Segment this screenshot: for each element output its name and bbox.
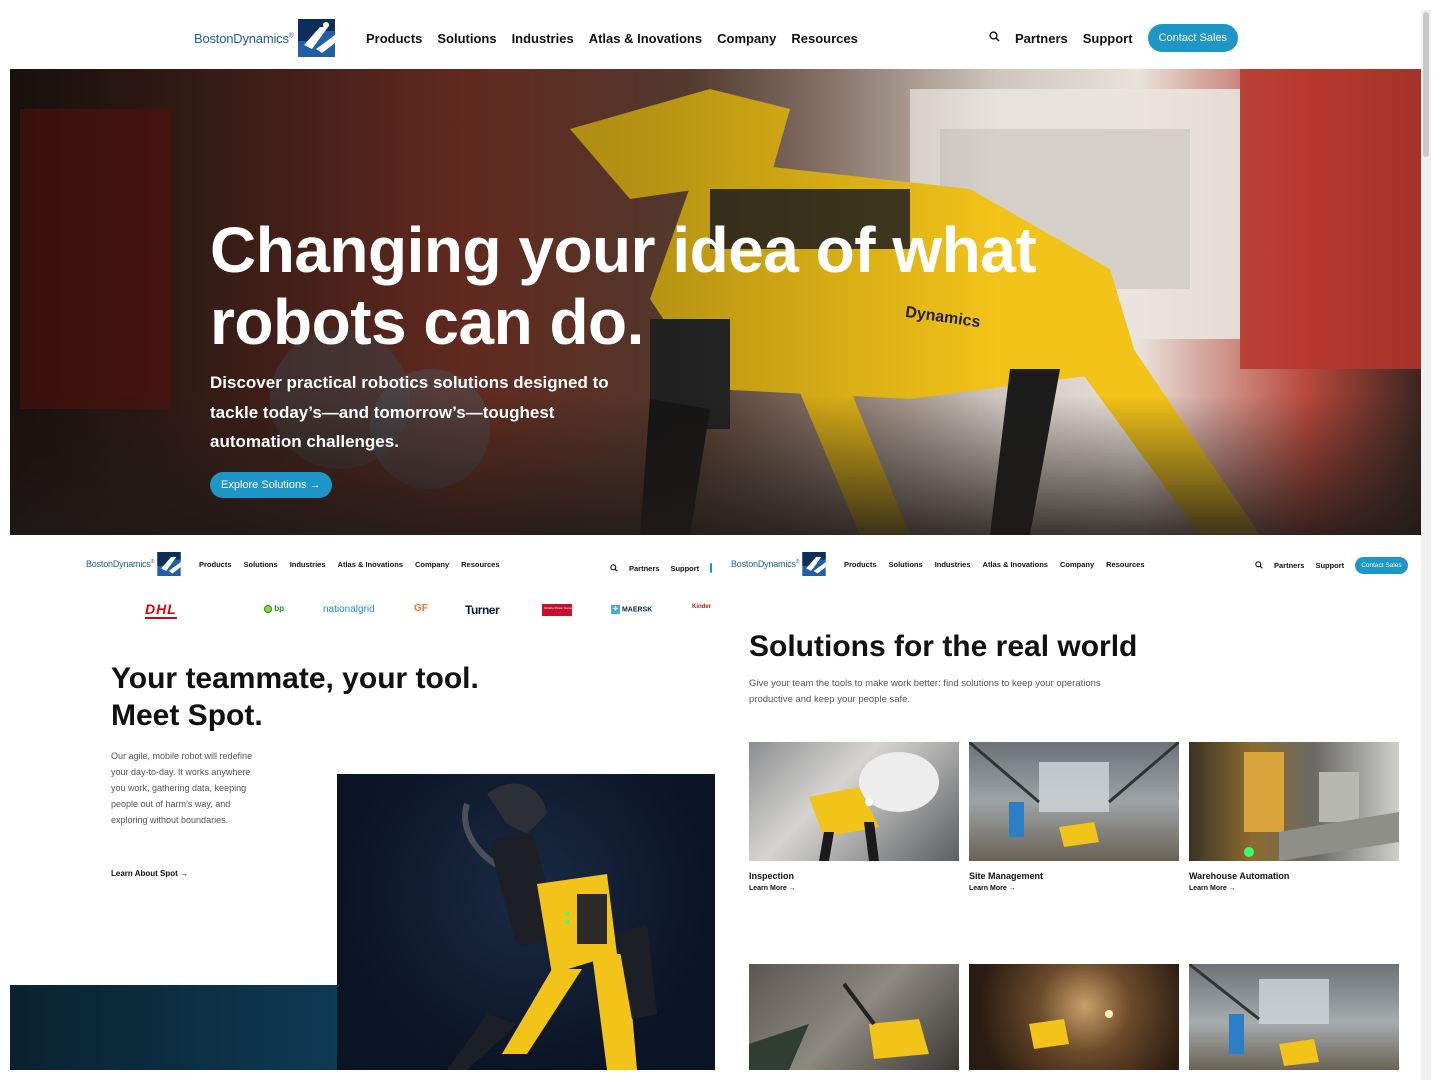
main-nav: Products Solutions Industries Atlas & In… xyxy=(366,31,858,46)
explore-solutions-button[interactable]: Explore Solutions → xyxy=(210,472,332,498)
mini-actions-right: Partners Support Contact Sales xyxy=(1255,556,1408,574)
logo-wordmark: BostonDynamics® xyxy=(86,559,155,569)
page-scrollbar[interactable] xyxy=(1421,10,1431,1080)
site-header: BostonDynamics® Products Solutions Indus… xyxy=(0,0,1420,69)
mini-logo-left[interactable]: BostonDynamics® xyxy=(86,552,181,576)
logo-mark-icon xyxy=(802,552,826,576)
partners-link[interactable]: Partners xyxy=(1015,31,1068,46)
partners-link[interactable]: Partners xyxy=(629,564,659,573)
nav-industries[interactable]: Industries xyxy=(512,31,574,46)
solution-card-warehouse-automation[interactable]: Warehouse Automation Learn More → xyxy=(1189,742,1399,892)
nav-resources[interactable]: Resources xyxy=(791,31,857,46)
hero-title: Changing your idea of what robots can do… xyxy=(210,214,1037,358)
solution-card-inspection[interactable]: Inspection Learn More → xyxy=(749,742,959,892)
nav-industries[interactable]: Industries xyxy=(935,560,971,569)
site-management-image xyxy=(969,742,1179,861)
card-title: Inspection xyxy=(749,871,795,881)
nav-solutions[interactable]: Solutions xyxy=(889,560,923,569)
mini-nav-right: Products Solutions Industries Atlas & In… xyxy=(844,560,1145,569)
contact-sales-button-cropped[interactable] xyxy=(710,563,713,573)
solution-card-image-rubble[interactable] xyxy=(749,964,959,1070)
logo-mark-icon xyxy=(157,552,181,576)
search-icon[interactable] xyxy=(1255,556,1263,574)
header-actions: Partners Support Contact Sales xyxy=(989,24,1239,52)
logo-mark-icon xyxy=(297,19,335,57)
scrollbar-thumb[interactable] xyxy=(1423,12,1429,157)
solution-card-image-hall[interactable] xyxy=(1189,964,1399,1070)
nav-company[interactable]: Company xyxy=(415,560,449,569)
maersk-star-icon: ✦ xyxy=(611,605,620,614)
solution-card-image-tunnel[interactable] xyxy=(969,964,1179,1070)
spot-section-title: Your teammate, your tool. Meet Spot. xyxy=(111,662,479,732)
card-title: Site Management xyxy=(969,871,1044,881)
nav-products[interactable]: Products xyxy=(366,31,422,46)
support-link[interactable]: Support xyxy=(1083,31,1133,46)
teal-accent-band xyxy=(10,985,337,1070)
nav-resources[interactable]: Resources xyxy=(1106,560,1144,569)
card-learn-more-link[interactable]: Learn More → xyxy=(749,885,959,892)
mini-logo-right[interactable]: BostonDynamics® xyxy=(731,552,826,576)
card-learn-more-link[interactable]: Learn More → xyxy=(969,885,1179,892)
nav-solutions[interactable]: Solutions xyxy=(244,560,278,569)
card-learn-more-link[interactable]: Learn More → xyxy=(1189,885,1399,892)
boston-dynamics-logo[interactable]: BostonDynamics® xyxy=(194,19,335,57)
mini-actions-left: Partners Support xyxy=(610,559,713,577)
mini-nav-left: Products Solutions Industries Atlas & In… xyxy=(199,560,500,569)
nav-products[interactable]: Products xyxy=(844,560,877,569)
mini-header-left: BostonDynamics® Products Solutions Indus… xyxy=(86,548,720,580)
bp-flower-icon xyxy=(264,604,272,613)
nav-atlas[interactable]: Atlas & Inovations xyxy=(338,560,403,569)
mini-header-right: BostonDynamics® Products Solutions Indus… xyxy=(731,548,1421,580)
spot-hero-image xyxy=(337,774,715,1070)
search-icon[interactable] xyxy=(610,559,618,577)
card-title: Warehouse Automation xyxy=(1189,871,1290,881)
spot-arm-illustration xyxy=(447,783,657,1070)
logo-wordmark: BostonDynamics® xyxy=(194,30,294,46)
inspection-image xyxy=(749,742,959,861)
partner-logos-strip: DHL bp nationalgrid GF Turner Ontario Po… xyxy=(140,601,720,619)
support-link[interactable]: Support xyxy=(1315,561,1344,570)
warehouse-automation-image xyxy=(1189,742,1399,861)
contact-sales-button[interactable]: Contact Sales xyxy=(1355,556,1408,574)
nav-solutions[interactable]: Solutions xyxy=(437,31,496,46)
solutions-section-subtitle: Give your team the tools to make work be… xyxy=(749,678,1101,705)
partner-logo-opg: Ontario Power Generation xyxy=(542,604,572,616)
partner-logo-bp: bp xyxy=(264,604,284,613)
solutions-section-title: Solutions for the real world xyxy=(749,630,1138,663)
nav-industries[interactable]: Industries xyxy=(290,560,326,569)
nav-products[interactable]: Products xyxy=(199,560,232,569)
search-icon[interactable] xyxy=(989,29,1000,47)
nav-company[interactable]: Company xyxy=(1060,560,1094,569)
support-link[interactable]: Support xyxy=(670,564,699,573)
nav-atlas[interactable]: Atlas & Inovations xyxy=(983,560,1048,569)
partner-logo-gf: GF xyxy=(414,603,428,614)
partner-logo-dhl: DHL xyxy=(145,601,177,619)
partner-logo-nationalgrid: nationalgrid xyxy=(323,604,375,615)
nav-atlas[interactable]: Atlas & Inovations xyxy=(589,31,702,46)
nav-company[interactable]: Company xyxy=(717,31,776,46)
contact-sales-button[interactable]: Contact Sales xyxy=(1147,24,1239,52)
partner-logo-turner: Turner xyxy=(465,603,500,617)
hero-subtitle: Discover practical robotics solutions de… xyxy=(210,373,609,451)
learn-about-spot-link[interactable]: Learn About Spot → xyxy=(111,869,188,878)
spot-section-body: Our agile, mobile robot will redefine yo… xyxy=(111,751,253,825)
partner-logo-maersk: ✦ MAERSK xyxy=(611,605,653,614)
nav-resources[interactable]: Resources xyxy=(461,560,499,569)
logo-wordmark: BostonDynamics® xyxy=(731,559,800,569)
partners-link[interactable]: Partners xyxy=(1274,561,1304,570)
partner-logo-kinder: Kinder xyxy=(692,604,712,610)
solution-card-site-management[interactable]: Site Management Learn More → xyxy=(969,742,1179,892)
hero-section: Dynamics Changing your idea of what robo… xyxy=(10,69,1421,535)
